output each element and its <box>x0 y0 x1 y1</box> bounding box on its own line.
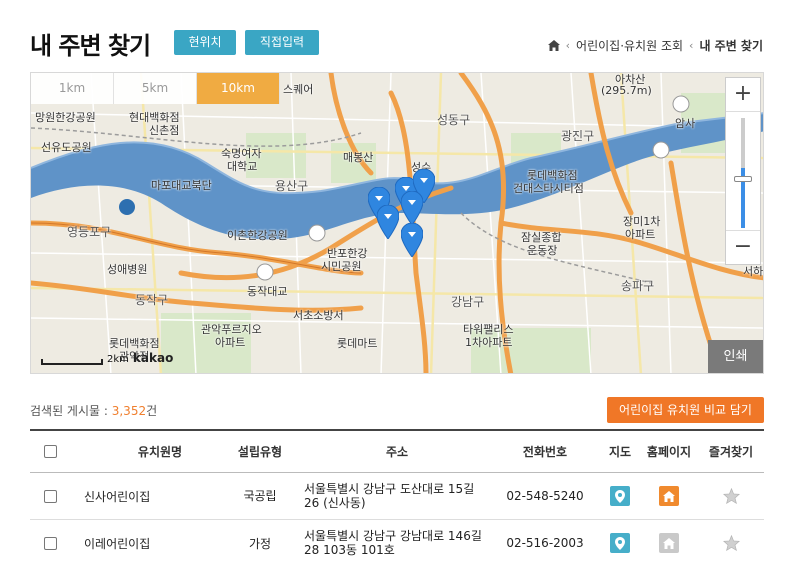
map-label: 암사 <box>675 117 696 130</box>
map-label: 신촌점 <box>149 124 180 137</box>
table-header: 유치원명 설립유형 주소 전화번호 지도 홈페이지 즐겨찾기 <box>30 429 764 473</box>
scale-bar <box>41 359 103 365</box>
map-label: 선유도공원 <box>41 141 92 154</box>
table-row: 신사어린이집 국공립 서울특별시 강남구 도산대로 15길 26 (신사동) 0… <box>30 473 764 520</box>
map-label: 성동구 <box>437 113 471 127</box>
map-label: 아파트 <box>625 228 656 241</box>
breadcrumb-item-current: 내 주변 찾기 <box>699 39 763 53</box>
map-label: 아파트 <box>215 336 246 349</box>
map-label: 동작대교 <box>247 285 288 298</box>
kindergarten-address: 서울특별시 강남구 도산대로 15길 26 (신사동) <box>304 482 475 510</box>
home-icon[interactable] <box>547 40 560 51</box>
kindergarten-address: 서울특별시 강남구 강남대로 146길 28 103동 101호 <box>304 529 482 557</box>
radius-tab-1km[interactable]: 1km <box>31 73 114 104</box>
map-label: 용산구 <box>275 179 309 193</box>
kindergarten-pin-icon[interactable] <box>377 205 399 239</box>
map-label: 서초소방서 <box>293 309 344 322</box>
homepage-icon[interactable] <box>659 486 679 506</box>
star-icon[interactable] <box>722 488 740 504</box>
kindergarten-name[interactable]: 신사어린이집 <box>70 488 220 505</box>
result-count-unit: 건 <box>146 404 158 418</box>
header-name: 유치원명 <box>137 445 183 459</box>
zoom-out-button[interactable]: − <box>726 230 760 264</box>
header-type: 설립유형 <box>237 445 283 459</box>
radius-tabs: 1km 5km 10km <box>31 73 280 104</box>
map-label: 광진구 <box>561 129 595 143</box>
print-button[interactable]: 인쇄 <box>708 340 763 373</box>
map-label: (295.7m) <box>601 84 652 97</box>
map-label: 건대스타시티점 <box>513 182 584 195</box>
zoom-control: + − <box>725 77 761 265</box>
compare-add-button[interactable]: 어린이집 유치원 비교 담기 <box>607 397 764 423</box>
map-label: 이촌한강공원 <box>227 229 288 242</box>
kindergarten-pin-icon[interactable] <box>401 223 423 257</box>
map-pin-icon[interactable] <box>610 533 630 553</box>
page-title: 내 주변 찾기 <box>30 32 151 60</box>
zoom-slider-handle[interactable] <box>734 176 752 182</box>
direct-input-button[interactable]: 직접입력 <box>245 30 319 55</box>
homepage-icon <box>659 533 679 553</box>
breadcrumb-item-search[interactable]: 어린이집·유치원 조회 <box>576 37 683 54</box>
map-label: 롯데마트 <box>337 337 378 350</box>
kindergarten-phone: 02-548-5240 <box>506 489 584 503</box>
select-all-checkbox[interactable] <box>43 445 57 458</box>
kindergarten-pin-icon[interactable] <box>401 191 423 225</box>
kindergarten-type: 가정 <box>248 536 272 551</box>
result-count: 검색된 게시물 : 3,352건 <box>30 402 157 419</box>
radius-tab-5km[interactable]: 5km <box>114 73 197 104</box>
radius-tab-10km[interactable]: 10km <box>197 73 280 104</box>
map-label: 시민공원 <box>321 260 362 273</box>
chevron-left-icon: ‹ <box>689 39 694 52</box>
header-map: 지도 <box>608 445 632 459</box>
zoom-in-button[interactable]: + <box>726 78 760 112</box>
header-phone: 전화번호 <box>522 445 568 459</box>
star-icon[interactable] <box>722 535 740 551</box>
result-count-number: 3,352 <box>111 404 147 418</box>
current-location-button[interactable]: 현위치 <box>174 30 236 55</box>
map-label: 마포대교북단 <box>151 179 212 192</box>
map-label: 망원한강공원 <box>35 111 96 124</box>
kindergarten-table: 유치원명 설립유형 주소 전화번호 지도 홈페이지 즐겨찾기 신사어린이집 국공… <box>30 429 764 566</box>
row-checkbox[interactable] <box>43 489 57 503</box>
kindergarten-name[interactable]: 이레어린이집 <box>70 535 220 552</box>
breadcrumb: ‹ 어린이집·유치원 조회 ‹ 내 주변 찾기 <box>547 37 763 54</box>
map-label: 영등포구 <box>67 225 112 239</box>
chevron-left-icon: ‹ <box>565 39 571 52</box>
map-label: 강남구 <box>451 295 485 309</box>
map-view[interactable]: 1km 5km 10km 망원한강공원 현대백화점 신촌점 선유도공원 숙명여자… <box>30 72 764 374</box>
result-count-label: 검색된 게시물 : <box>30 404 112 418</box>
map-brand-logo: kakao <box>132 351 174 365</box>
row-checkbox[interactable] <box>43 536 57 550</box>
header-favorite: 즐겨찾기 <box>708 445 754 459</box>
header-address: 주소 <box>385 444 409 459</box>
header-homepage: 홈페이지 <box>646 445 692 459</box>
kindergarten-type: 국공립 <box>243 489 277 503</box>
map-label: 대학교 <box>227 160 258 173</box>
map-scale: 2km kakao <box>41 351 173 365</box>
kindergarten-phone: 02-516-2003 <box>506 536 584 550</box>
zoom-slider-track[interactable] <box>741 118 745 228</box>
map-label: 1차아파트 <box>465 336 513 349</box>
map-label: 송파구 <box>621 279 655 293</box>
map-label: 매봉산 <box>343 151 374 164</box>
map-label: 서하 <box>743 265 764 278</box>
scale-label: 2km <box>107 354 129 365</box>
map-label: 동작구 <box>135 293 169 307</box>
map-label: 스퀘어 <box>283 83 314 96</box>
map-label: 성애병원 <box>107 263 148 276</box>
table-row: 이레어린이집 가정 서울특별시 강남구 강남대로 146길 28 103동 10… <box>30 520 764 566</box>
map-label: 운동장 <box>527 244 558 257</box>
map-pin-icon[interactable] <box>610 486 630 506</box>
